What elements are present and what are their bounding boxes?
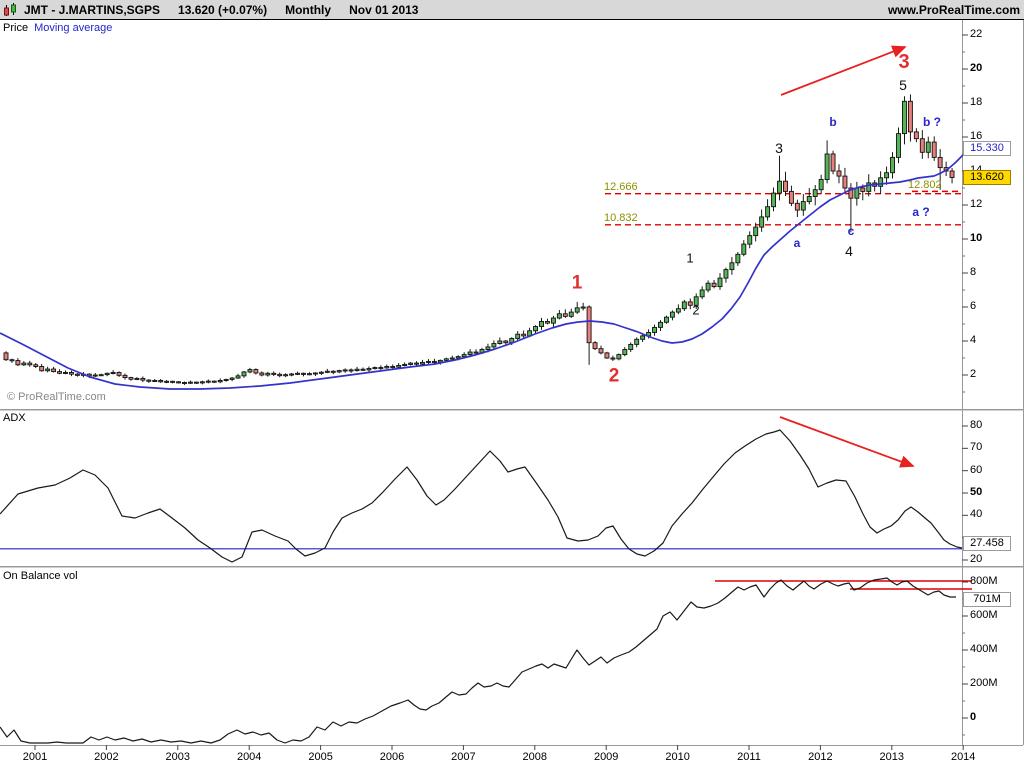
last-price-label: 13.620 xyxy=(963,170,1011,185)
wave-annotation: a ? xyxy=(912,205,930,219)
wave-annotation: a xyxy=(793,236,801,250)
prorealtime-chart-window: JMT - J.MARTINS,SGPS 13.620 (+0.07%) Mon… xyxy=(0,0,1024,768)
year-axis-label: 2014 xyxy=(950,751,976,763)
year-axis-label: 2011 xyxy=(737,751,761,763)
chart-canvas[interactable] xyxy=(0,0,1024,768)
price-level-label: 12.802 xyxy=(908,179,942,191)
year-axis-label: 2001 xyxy=(22,751,48,763)
adx-value-label: 27.458 xyxy=(963,536,1011,551)
year-axis-label: 2008 xyxy=(522,751,548,763)
obv-axis-label: 400M xyxy=(970,643,998,655)
price-axis-label: 10 xyxy=(970,232,983,244)
wave-annotation: 2 xyxy=(692,302,700,318)
year-axis-label: 2006 xyxy=(379,751,405,763)
adx-pane-title[interactable]: ADX xyxy=(3,412,26,424)
wave-annotation: b ? xyxy=(923,115,941,129)
wave-annotation: 1 xyxy=(571,272,583,294)
wave-annotation: 4 xyxy=(845,243,853,259)
year-axis-label: 2009 xyxy=(593,751,619,763)
year-axis-label: 2012 xyxy=(808,751,833,763)
price-axis-label: 20 xyxy=(970,62,983,74)
prorealtime-watermark: © ProRealTime.com xyxy=(7,391,106,403)
year-axis-label: 2003 xyxy=(165,751,191,763)
wave-annotation: 3 xyxy=(775,140,783,156)
adx-axis-label: 20 xyxy=(970,553,983,565)
wave-annotation: 5 xyxy=(899,77,907,93)
price-axis-label: 8 xyxy=(970,266,977,278)
adx-axis-label: 80 xyxy=(970,419,983,431)
adx-axis-label: 60 xyxy=(970,463,983,476)
year-axis-label: 2007 xyxy=(451,751,476,763)
obv-value-label: 701M xyxy=(963,592,1011,607)
adx-axis-label: 40 xyxy=(970,508,983,521)
year-axis-label: 2010 xyxy=(665,751,690,763)
price-indicator-label: Price xyxy=(3,22,29,34)
price-axis-label: 4 xyxy=(970,334,977,346)
price-axis-label: 2 xyxy=(970,368,977,380)
price-axis-label: 22 xyxy=(970,28,983,40)
year-axis-label: 2002 xyxy=(94,751,119,763)
price-pane-title: Price Moving average xyxy=(3,22,112,34)
price-axis-label: 6 xyxy=(970,300,977,312)
year-axis-label: 2013 xyxy=(879,751,905,763)
obv-pane-title[interactable]: On Balance vol xyxy=(3,570,78,582)
wave-annotation: 1 xyxy=(686,250,694,266)
adx-axis-label: 50 xyxy=(970,486,983,498)
adx-axis-label: 70 xyxy=(970,441,983,454)
price-level-label: 12.666 xyxy=(604,181,638,193)
wave-annotation: 3 xyxy=(898,51,910,73)
moving-average-indicator-label[interactable]: Moving average xyxy=(34,22,112,34)
obv-axis-label: 800M xyxy=(970,575,998,587)
wave-annotation: 2 xyxy=(608,365,620,387)
obv-axis-label: 200M xyxy=(970,677,998,689)
ma-value-label: 15.330 xyxy=(963,141,1011,156)
year-axis-label: 2005 xyxy=(308,751,333,763)
obv-axis-label: 0 xyxy=(970,711,977,723)
price-axis-label: 18 xyxy=(970,96,983,108)
year-axis-label: 2004 xyxy=(236,751,262,763)
price-level-label: 10.832 xyxy=(604,212,638,224)
wave-annotation: b xyxy=(829,115,837,129)
price-axis-label: 12 xyxy=(970,198,983,210)
obv-axis-label: 600M xyxy=(970,609,998,621)
wave-annotation: c xyxy=(847,224,855,238)
